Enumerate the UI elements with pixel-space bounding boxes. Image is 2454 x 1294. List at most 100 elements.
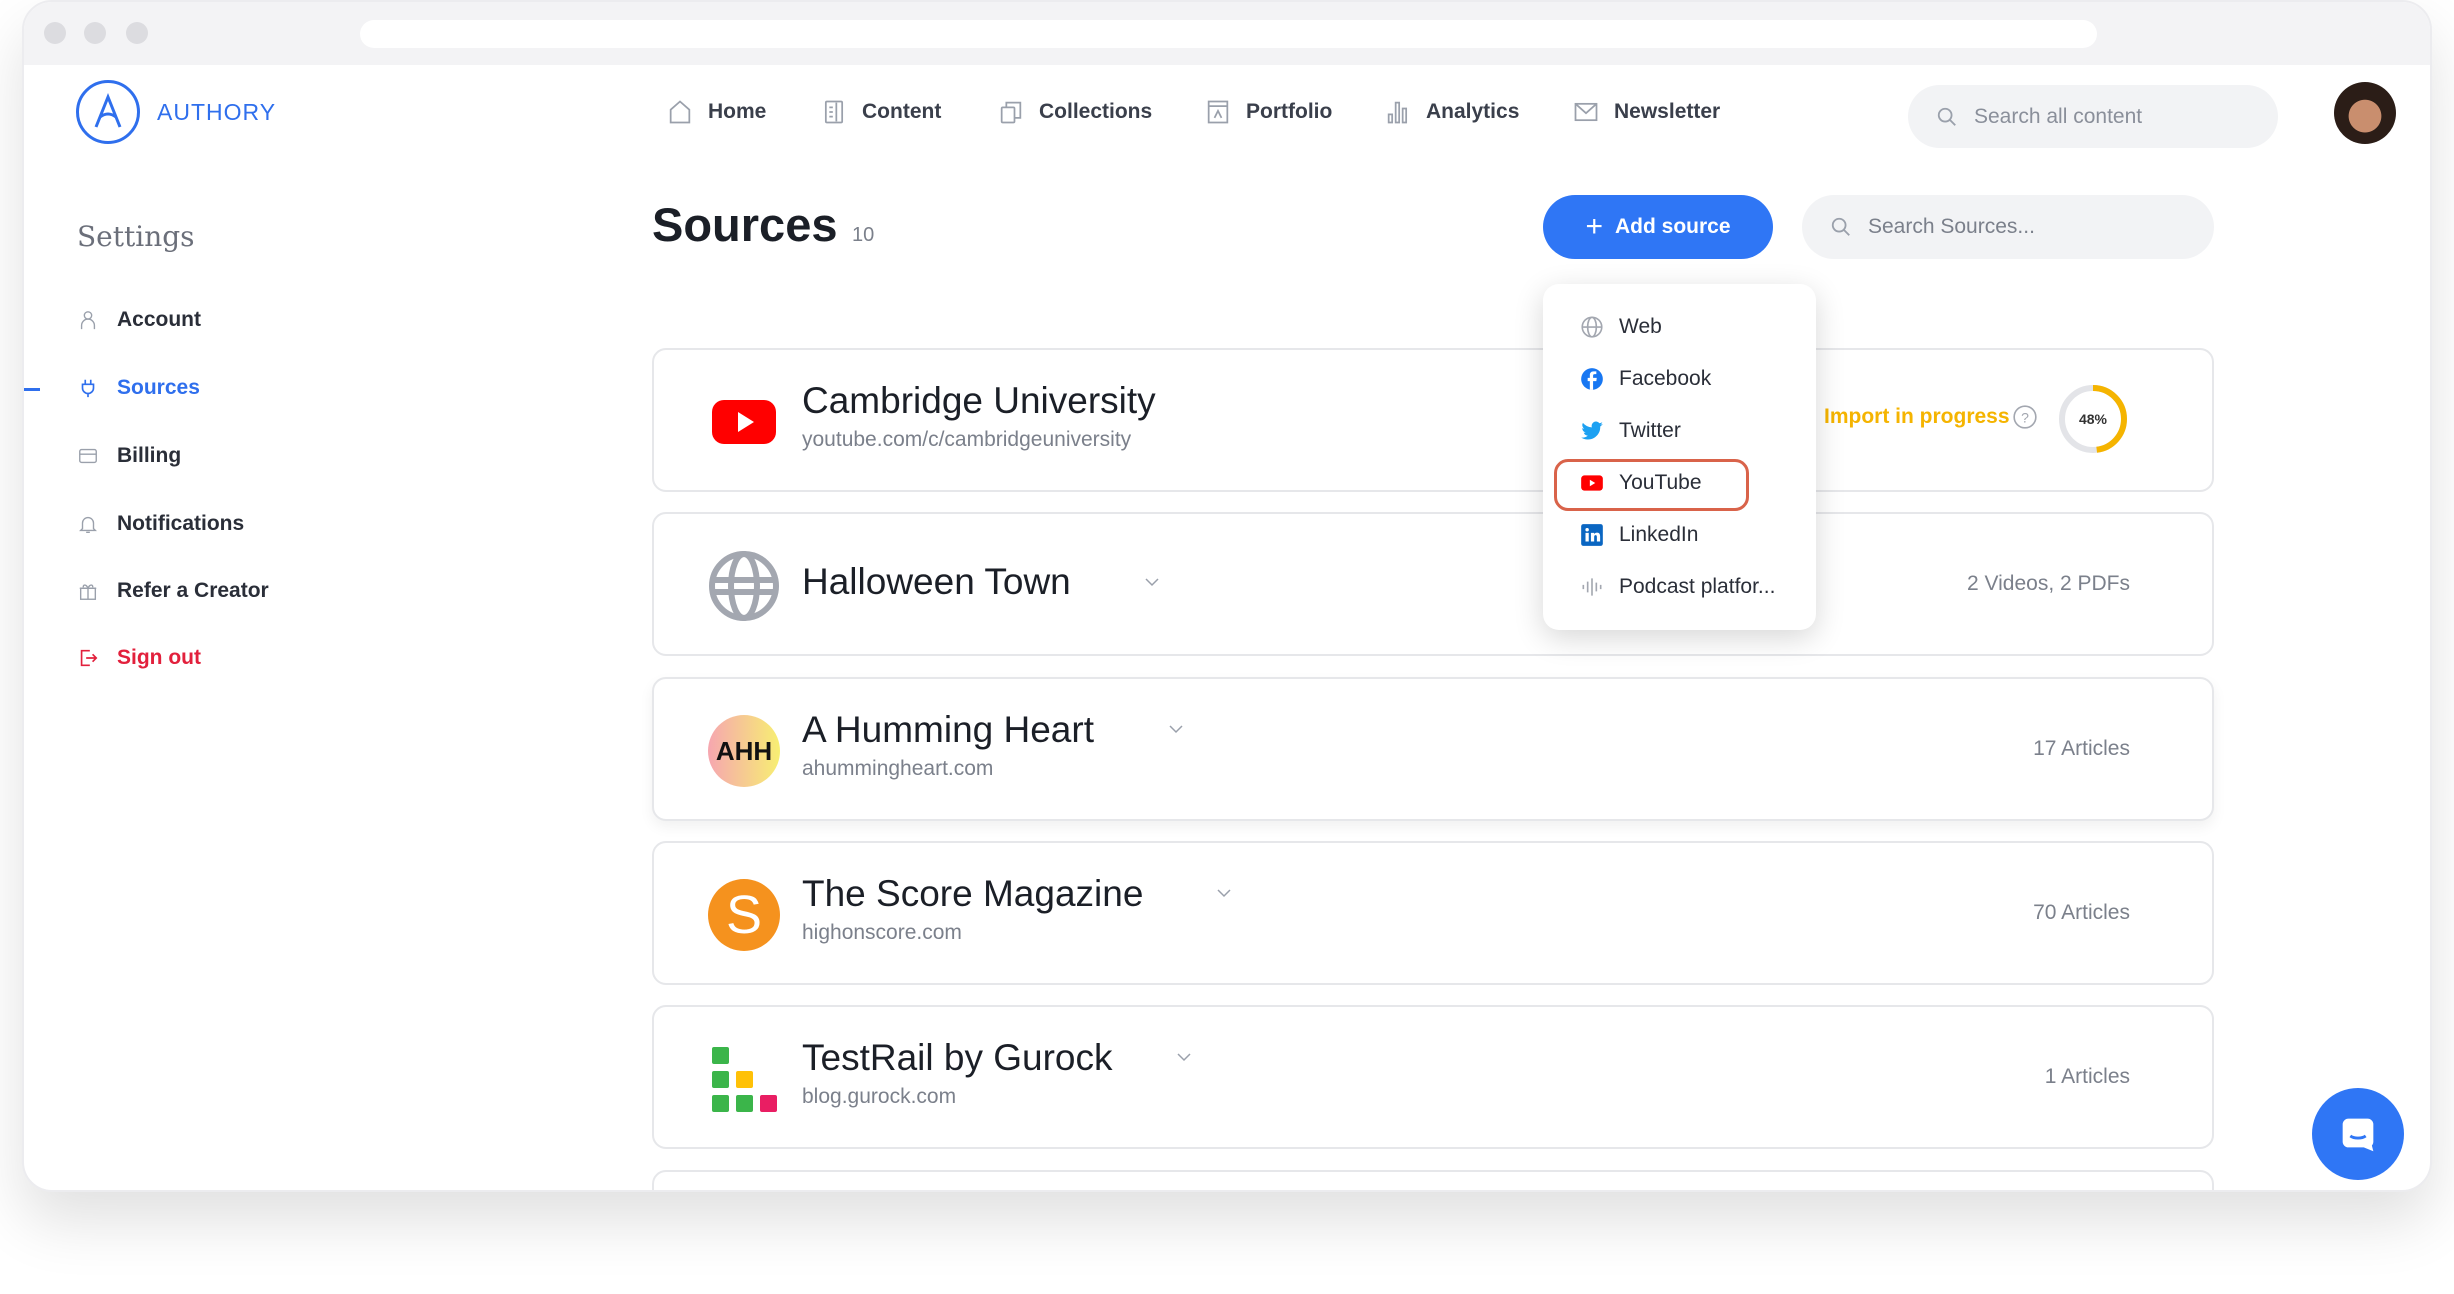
- sidebar-item-sources[interactable]: Sources: [77, 376, 200, 400]
- nav-label: Analytics: [1426, 100, 1520, 123]
- chat-icon: [2342, 1118, 2374, 1152]
- progress-donut: 48%: [2059, 385, 2127, 453]
- plus-icon: +: [1585, 210, 1603, 243]
- sidebar-item-account[interactable]: Account: [77, 308, 201, 332]
- add-source-label: Add source: [1615, 215, 1731, 238]
- menu-label: Web: [1619, 315, 1662, 338]
- nav-label: Newsletter: [1614, 100, 1721, 123]
- nav-newsletter[interactable]: Newsletter: [1572, 98, 1720, 126]
- menu-item-twitter[interactable]: Twitter: [1579, 418, 1681, 444]
- home-icon: [669, 100, 691, 124]
- source-name: Halloween Town: [802, 561, 1071, 602]
- collections-icon: [1000, 101, 1022, 124]
- nav-collections[interactable]: Collections: [997, 98, 1152, 126]
- bell-icon: [79, 516, 97, 533]
- newsletter-icon: [1574, 102, 1598, 122]
- sidebar-label: Sources: [117, 376, 200, 399]
- source-card-partial[interactable]: [652, 1170, 2214, 1190]
- source-meta: 70 Articles: [2033, 901, 2130, 924]
- help-icon[interactable]: ?: [2012, 404, 2038, 430]
- sidebar-item-notifications[interactable]: Notifications: [77, 512, 244, 536]
- nav-label: Home: [708, 100, 767, 123]
- search-sources-input[interactable]: Search Sources...: [1802, 195, 2214, 259]
- ahh-logo: AHH: [708, 715, 780, 787]
- authory-logo-icon[interactable]: [76, 80, 140, 144]
- source-url: blog.gurock.com: [802, 1085, 957, 1108]
- gift-icon: [79, 584, 97, 600]
- source-card-humming-heart[interactable]: AHH A Humming Heart ahummingheart.com 17…: [652, 677, 2214, 821]
- add-source-menu: Web Facebook Twitter YouTube LinkedIn Po…: [1543, 284, 1816, 630]
- search-placeholder: Search all content: [1974, 104, 2143, 128]
- add-source-button[interactable]: + Add source: [1543, 195, 1773, 259]
- globe-icon: [709, 551, 779, 621]
- sidebar-item-billing[interactable]: Billing: [77, 444, 181, 468]
- source-meta: 17 Articles: [2033, 737, 2130, 760]
- source-name: TestRail by Gurock: [802, 1037, 1113, 1078]
- menu-label: LinkedIn: [1619, 523, 1699, 546]
- source-name: Cambridge University: [802, 380, 1156, 421]
- minimize-dot[interactable]: [84, 22, 106, 44]
- card-icon: [79, 448, 97, 464]
- close-dot[interactable]: [44, 22, 66, 44]
- youtube-highlight-outline: [1554, 459, 1749, 511]
- testrail-logo: [712, 1047, 777, 1112]
- source-card-testrail[interactable]: TestRail by Gurock blog.gurock.com 1 Art…: [652, 1005, 2214, 1149]
- sidebar-label: Sign out: [117, 646, 201, 669]
- import-status: Import in progress: [1824, 405, 2010, 428]
- search-icon: [1831, 217, 1850, 236]
- nav-analytics[interactable]: Analytics: [1384, 98, 1519, 126]
- sidebar-item-sign-out[interactable]: Sign out: [77, 646, 201, 670]
- menu-label: Podcast platfor...: [1619, 575, 1776, 598]
- youtube-icon: [712, 400, 776, 444]
- nav-label: Content: [862, 100, 942, 123]
- menu-label: Facebook: [1619, 367, 1712, 390]
- sidebar-label: Notifications: [117, 512, 245, 535]
- active-indicator: [24, 388, 40, 391]
- menu-item-linkedin[interactable]: LinkedIn: [1579, 522, 1698, 548]
- progress-label: 48%: [2079, 411, 2108, 427]
- score-logo: S: [708, 879, 780, 951]
- sidebar-label: Refer a Creator: [117, 579, 269, 602]
- source-card-halloween[interactable]: Halloween Town 2 Videos, 2 PDFs: [652, 512, 2214, 656]
- source-card-score-magazine[interactable]: S The Score Magazine highonscore.com 70 …: [652, 841, 2214, 985]
- nav-content[interactable]: Content: [820, 98, 941, 126]
- chevron-down-icon[interactable]: [1166, 719, 1186, 739]
- linkedin-icon: [1581, 524, 1603, 546]
- svg-text:?: ?: [2021, 409, 2029, 425]
- menu-item-podcast[interactable]: Podcast platfor...: [1579, 574, 1775, 600]
- source-name: The Score Magazine: [802, 873, 1144, 914]
- source-name: A Humming Heart: [802, 709, 1094, 750]
- search-all-input[interactable]: Search all content: [1908, 85, 2278, 148]
- search-icon: [1937, 107, 1956, 126]
- facebook-icon: [1581, 368, 1603, 390]
- chevron-down-icon[interactable]: [1174, 1047, 1194, 1067]
- nav-home[interactable]: Home: [666, 98, 766, 126]
- brand-name[interactable]: AUTHORY: [157, 99, 276, 126]
- sidebar-label: Billing: [117, 444, 182, 467]
- menu-item-web[interactable]: Web: [1579, 314, 1662, 340]
- maximize-dot[interactable]: [126, 22, 148, 44]
- settings-heading: Settings: [77, 220, 195, 253]
- search-placeholder: Search Sources...: [1868, 215, 2035, 238]
- sign-out-icon: [80, 649, 98, 667]
- source-url: youtube.com/c/cambridgeuniversity: [802, 428, 1132, 451]
- twitter-icon: [1581, 421, 1603, 440]
- chevron-down-icon[interactable]: [1214, 883, 1234, 903]
- plug-icon: [81, 379, 95, 398]
- nav-portfolio[interactable]: Portfolio: [1204, 98, 1332, 126]
- source-url: highonscore.com: [802, 921, 962, 944]
- nav-label: Portfolio: [1246, 100, 1333, 123]
- portfolio-icon: [1207, 100, 1229, 124]
- avatar[interactable]: [2334, 82, 2396, 144]
- nav-label: Collections: [1039, 100, 1153, 123]
- chat-button[interactable]: [2312, 1088, 2404, 1180]
- source-url: ahummingheart.com: [802, 757, 994, 780]
- browser-window: AUTHORY Home Content Collections Portfol…: [22, 0, 2432, 1192]
- menu-label: Twitter: [1619, 419, 1681, 442]
- podcast-waveform-icon: [1582, 578, 1602, 596]
- address-bar[interactable]: [360, 20, 2097, 48]
- menu-item-facebook[interactable]: Facebook: [1579, 366, 1711, 392]
- sidebar-item-refer[interactable]: Refer a Creator: [77, 579, 269, 603]
- chevron-down-icon[interactable]: [1142, 572, 1162, 592]
- source-meta: 1 Articles: [2044, 1065, 2130, 1088]
